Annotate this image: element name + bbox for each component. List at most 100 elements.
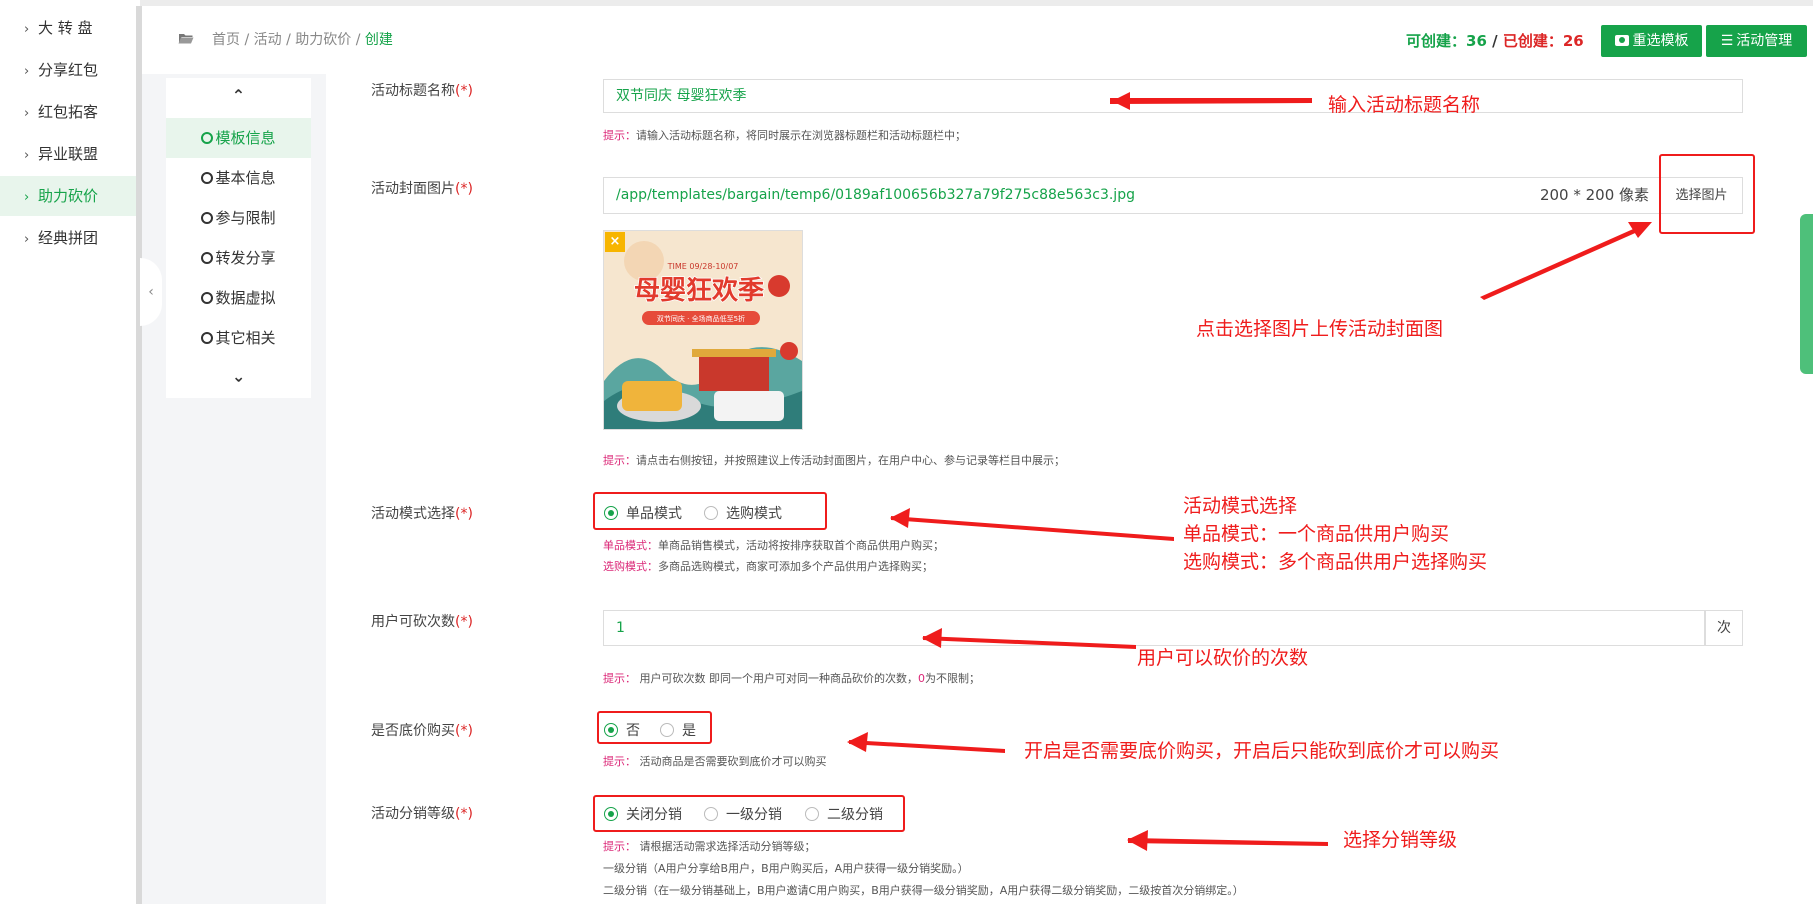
nav-item-label: 分享红包 [38,61,99,79]
chevron-right-icon: › [24,22,30,37]
mode-field-label: 活动模式选择(*) [371,503,473,523]
hint-key: 选购模式： [603,560,658,573]
section-label: 模板信息 [215,129,276,147]
chevron-right-icon: › [24,64,30,79]
times-label-text: 用户可砍次数 [371,614,455,630]
nav-item-label: 经典拼团 [38,229,99,247]
highlight-floor [597,711,712,744]
hint-text: 活动商品是否需要砍到底价才可以购买 [636,755,827,768]
hint-key: 提示： [603,454,636,467]
required-mark: (*) [455,181,473,197]
title-input[interactable]: 双节同庆 母婴狂欢季 [603,79,1743,113]
hint-text: 多商品选购模式，商家可添加多个产品供用户选择购买； [658,560,933,573]
nav-item-bargain[interactable]: › 助力砍价 [0,176,138,216]
highlight-mode [593,492,827,530]
cover-image-date: TIME 09/28-10/07 [667,262,739,271]
circle-icon [201,292,214,304]
can-create-value: 36 [1466,32,1487,50]
annotation-times: 用户可以砍价的次数 [1137,647,1309,669]
cover-field-label: 活动封面图片(*) [371,178,473,198]
chevron-right-icon: › [24,106,30,121]
section-label: 其它相关 [215,329,276,347]
annotation-mode-1: 活动模式选择 [1183,495,1298,517]
nav-item-label: 红包拓客 [38,103,99,121]
section-share[interactable]: 转发分享 [166,238,311,278]
section-template-info[interactable]: 模板信息 [166,118,311,158]
section-nav-up-button[interactable]: ⌃ [166,86,311,105]
chevron-right-icon: › [24,232,30,247]
highlight-select-image [1659,154,1755,234]
times-hint: 提示： 用户可砍次数 即同一个用户可对同一种商品砍价的次数，0为不限制； [603,670,980,686]
breadcrumb-bargain[interactable]: 助力砍价 [295,32,351,48]
breadcrumb: 首页 / 活动 / 助力砍价 / 创建 [212,29,393,49]
floor-field-label: 是否底价购买(*) [371,720,473,740]
created-label: 已创建： [1502,32,1563,50]
hint-text: 单商品销售模式，活动将按排序获取首个商品供用户购买； [658,539,944,552]
nav-item-group-buy[interactable]: › 经典拼团 [0,218,138,258]
hint-text: 请根据活动需求选择活动分销等级； [636,840,816,853]
nav-item-alliance[interactable]: › 异业联盟 [0,134,138,174]
cover-hint: 提示：请点击右侧按钮，并按照建议上传活动封面图片，在用户中心、参与记录等栏目中展… [603,452,1065,468]
nav-item-label: 大 转 盘 [38,19,93,37]
distribution-field-label: 活动分销等级(*) [371,803,473,823]
cover-image-preview[interactable]: TIME 09/28-10/07 母婴狂欢季 双节同庆 · 全场商品低至5折 [603,230,803,430]
activity-manage-button[interactable]: ☰ 活动管理 [1706,25,1807,57]
required-mark: (*) [455,614,473,630]
list-icon: ☰ [1720,33,1734,49]
times-unit-addon: 次 [1705,610,1743,646]
distribution-hint-level2: 二级分销（在一级分销基础上，B用户邀请C用户购买，B用户获得一级分销奖励，A用户… [603,884,1244,897]
cover-image-headline: 母婴狂欢季 [634,276,764,306]
camera-icon [1614,35,1629,46]
remove-image-icon[interactable]: × [605,232,625,252]
nav-item-share-redpacket[interactable]: › 分享红包 [0,50,138,90]
chevron-right-icon: › [24,148,30,163]
nav-item-big-wheel[interactable]: › 大 转 盘 [0,8,138,48]
hint-key: 单品模式： [603,539,658,552]
section-basic-info[interactable]: 基本信息 [166,158,311,198]
left-nav: › 大 转 盘 › 分享红包 › 红包拓客 › 异业联盟 › 助力砍价 › 经典拼团 [0,0,140,904]
title-label-text: 活动标题名称 [371,83,455,99]
section-nav-down-button[interactable]: ⌃ [166,366,311,385]
times-input[interactable]: 1 [603,610,1705,646]
hint-key: 提示： [603,672,636,685]
hint-zero: 0 [918,672,925,685]
hint-key: 提示： [603,840,636,853]
distribution-label-text: 活动分销等级 [371,806,455,822]
section-virtual-data[interactable]: 数据虚拟 [166,278,311,318]
section-label: 参与限制 [215,209,276,227]
required-mark: (*) [455,723,473,739]
section-label: 基本信息 [215,169,276,187]
mode-label-text: 活动模式选择 [371,506,455,522]
hint-text: 为不限制； [925,672,980,685]
mode-hint-multi: 选购模式：多商品选购模式，商家可添加多个产品供用户选择购买； [603,558,933,574]
annotation-cover: 点击选择图片上传活动封面图 [1196,318,1444,340]
hint-text: 请输入活动标题名称，将同时展示在浏览器标题栏和活动标题栏中； [636,129,966,142]
breadcrumb-activity[interactable]: 活动 [254,32,282,48]
nav-item-redpacket-acquire[interactable]: › 红包拓客 [0,92,138,132]
cover-label-text: 活动封面图片 [371,181,455,197]
distribution-hint-level1: 一级分销（A用户分享给B用户，B用户购买后，A用户获得一级分销奖励。） [603,862,969,875]
folder-open-icon [178,34,194,44]
hint-key: 提示： [603,755,636,768]
nav-item-label: 异业联盟 [38,145,99,163]
side-float-tab[interactable] [1800,214,1813,374]
cover-size-addon: 200 * 200 像素 [1530,177,1660,214]
hint-key: 提示： [603,129,636,142]
hint-text: 请点击右侧按钮，并按照建议上传活动封面图片，在用户中心、参与记录等栏目中展示； [636,454,1065,467]
mode-hint-single: 单品模式：单商品销售模式，活动将按排序获取首个商品供用户购买； [603,537,944,553]
quota-summary: 可创建：36 / 已创建：26 [1406,30,1584,51]
required-mark: (*) [455,506,473,522]
section-participation-limit[interactable]: 参与限制 [166,198,311,238]
circle-icon [201,132,214,144]
required-mark: (*) [455,83,473,99]
times-field-label: 用户可砍次数(*) [371,611,473,631]
annotation-mode-2: 单品模式：一个商品供用户购买 [1183,523,1450,545]
section-label: 转发分享 [215,249,276,267]
breadcrumb-home[interactable]: 首页 [212,32,240,48]
cover-path-input[interactable]: /app/templates/bargain/temp6/0189af10065… [603,177,1531,214]
reselect-template-label: 重选模板 [1632,33,1689,49]
section-other[interactable]: 其它相关 [166,318,311,358]
chevron-down-icon: ⌃ [231,366,246,385]
reselect-template-button[interactable]: 重选模板 [1601,25,1702,57]
chevron-up-icon: ⌃ [231,86,246,105]
